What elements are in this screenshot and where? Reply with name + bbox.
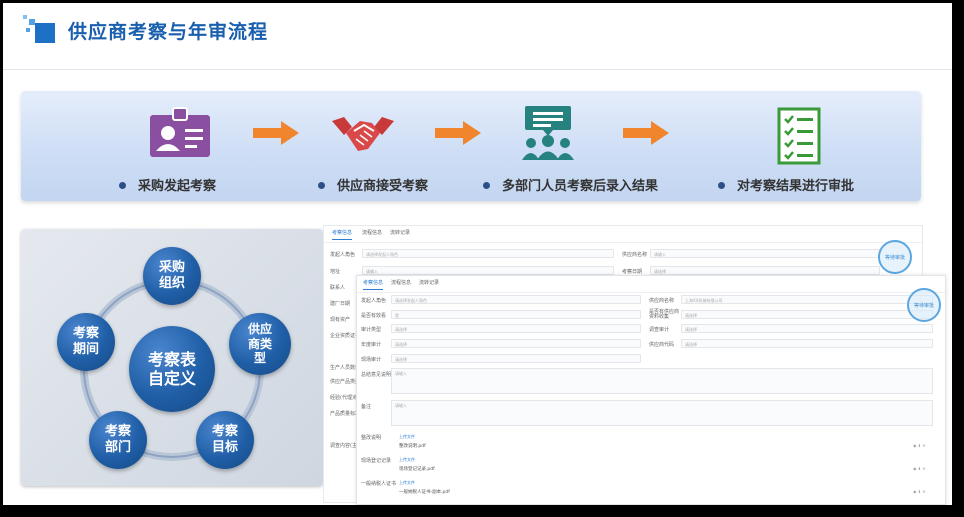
cycle-node-purchase-org: 采购 组织 [143, 247, 201, 305]
tab-process-info[interactable]: 流程信息 [362, 229, 382, 236]
bullet-icon [318, 182, 325, 189]
field-label: 地址 [330, 269, 341, 275]
field-label: 联系人 [330, 285, 346, 291]
tab-inspection-info[interactable]: 考察信息 [363, 279, 384, 290]
slide: 供应商考察与年审流程 采购发起考察 供应商接受考察 多部门人员考察后录入结果 对… [3, 3, 952, 505]
cycle-node-supplier-type: 供应 商类 型 [229, 313, 291, 375]
field-label: 总结意见说明 [361, 372, 392, 378]
form-tabs: 考察信息 流程信息 流转记录 [357, 276, 945, 293]
team-meeting-icon [522, 106, 574, 160]
summary-textarea[interactable]: 请输入 [391, 368, 933, 394]
field-label: 是否有供应商资料收集 [649, 309, 680, 320]
handshake-icon [332, 117, 394, 151]
checklist-icon [777, 107, 821, 165]
step-label-1: 采购发起考察 [119, 175, 216, 194]
inspection-date-input[interactable]: 请选择 [650, 266, 880, 275]
field-label: 备注 [361, 404, 372, 410]
attachment-file[interactable]: 一般纳税人证书-副本.pdf [399, 489, 450, 495]
divider [3, 69, 952, 70]
supplier-code-select[interactable]: 请选择 [681, 339, 933, 348]
field-label: 发起人角色 [330, 252, 356, 258]
pending-approval-stamp: 等待审批 [878, 240, 912, 274]
tab-history[interactable]: 流转记录 [419, 279, 439, 286]
field-label: 供应商名称 [622, 252, 648, 258]
field-label: 现场审计 [361, 357, 382, 363]
page-title: 供应商考察与年审流程 [68, 21, 269, 43]
cycle-node-department: 考察 部门 [89, 411, 147, 469]
id-card-icon [150, 107, 210, 157]
arrow-right-icon [435, 121, 481, 145]
attachment-file[interactable]: 整改说明.pdf [399, 443, 426, 449]
logo-icon [21, 15, 61, 51]
cycle-node-period: 考察 期间 [57, 313, 115, 371]
tab-history[interactable]: 流转记录 [390, 229, 410, 236]
file-actions[interactable]: ◉ ⬇ ✕ [913, 466, 926, 471]
field-label: 审计类型 [361, 327, 382, 333]
inspection-form-front: 考察信息 流程信息 流转记录 发起人角色 请选择发起人角色 供应商名称 上海XX… [356, 275, 946, 505]
field-label: 年度审计 [361, 342, 382, 348]
material-collection-select[interactable]: 请选择 [681, 310, 933, 319]
survey-audit-select[interactable]: 请选择 [681, 324, 933, 333]
upload-link[interactable]: 上传文件 [399, 480, 415, 486]
attachment-file[interactable]: 现场登记记录.pdf [399, 466, 435, 472]
pending-approval-stamp: 等待审批 [907, 288, 941, 322]
field-label: 供应商名称 [649, 298, 675, 304]
annual-audit-select[interactable]: 请选择 [391, 339, 641, 348]
form-tabs: 考察信息 流程信息 流转记录 [324, 226, 922, 243]
field-label: 现有资产 [330, 317, 351, 323]
initiator-role-select[interactable]: 请选择发起人角色 [362, 249, 614, 258]
remarks-textarea[interactable]: 请输入 [391, 400, 933, 426]
arrow-right-icon [623, 121, 669, 145]
field-label: 考察日期 [622, 269, 643, 275]
supplier-name-input[interactable]: 上海XX机械有限公司 [681, 295, 933, 304]
address-input[interactable]: 请输入 [362, 266, 614, 275]
step-label-4: 对考察结果进行审批 [718, 175, 854, 194]
upload-link[interactable]: 上传文件 [399, 457, 415, 463]
arrow-right-icon [253, 121, 299, 145]
cycle-center: 考察表 自定义 [129, 326, 215, 412]
step-label-3: 多部门人员考察后录入结果 [483, 175, 658, 194]
cycle-node-target: 考察 目标 [196, 411, 254, 469]
tab-process-info[interactable]: 流程信息 [391, 279, 411, 286]
initiator-role-select[interactable]: 请选择发起人角色 [391, 295, 641, 304]
field-label: 现场登记记录 [361, 458, 392, 464]
field-label: 整改说明 [361, 435, 382, 441]
field-label: 一般纳税人证书 [361, 481, 397, 487]
bullet-icon [718, 182, 725, 189]
onsite-audit-select[interactable]: 请选择 [391, 354, 641, 363]
file-actions[interactable]: ◉ ⬇ ✕ [913, 443, 926, 448]
field-label: 发起人角色 [361, 298, 387, 304]
field-label: 供应商代码 [649, 342, 675, 348]
bullet-icon [119, 182, 126, 189]
supplier-name-input[interactable]: 请输入 [650, 249, 880, 258]
cycle-diagram: 考察表 自定义 采购 组织 供应 商类 型 考察 目标 考察 部门 考察 期间 [21, 229, 323, 486]
upload-link[interactable]: 上传文件 [399, 434, 415, 440]
field-label: 建厂日期 [330, 301, 351, 307]
bullet-icon [483, 182, 490, 189]
field-label: 是否有效看 [361, 313, 387, 319]
step-label-2: 供应商接受考察 [318, 175, 428, 194]
valid-select[interactable]: 是 [391, 310, 641, 319]
audit-type-select[interactable]: 请选择 [391, 324, 641, 333]
file-actions[interactable]: ◉ ⬇ ✕ [913, 489, 926, 494]
field-label: 调查审计 [649, 327, 670, 333]
tab-inspection-info[interactable]: 考察信息 [332, 229, 353, 240]
